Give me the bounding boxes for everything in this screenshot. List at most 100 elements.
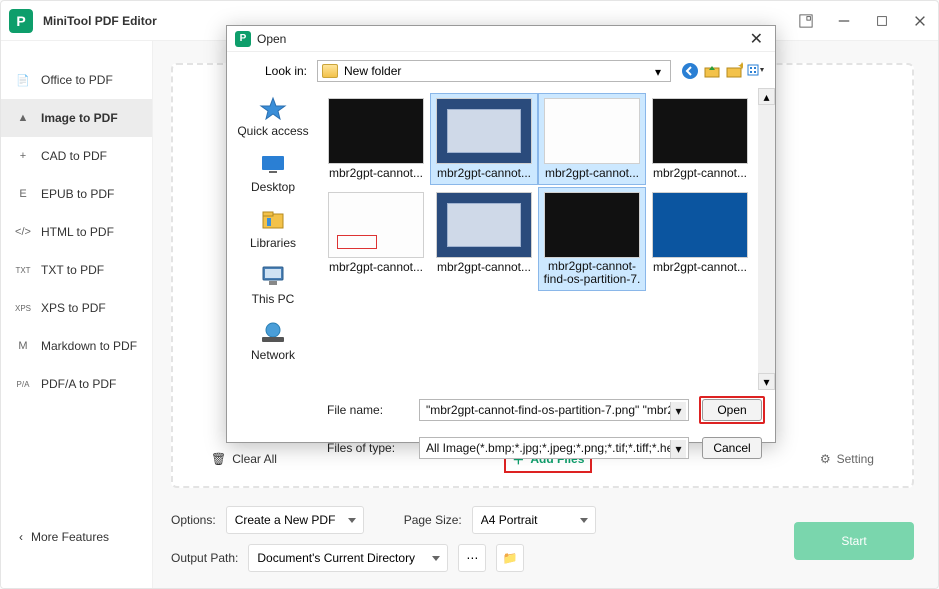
place-label: Desktop [251,180,295,194]
place-this-pc[interactable]: This PC [252,264,295,306]
sidebar-item-label: PDF/A to PDF [41,377,116,391]
sidebar-item-cad-to-pdf[interactable]: +CAD to PDF [1,137,152,175]
file-thumbnail [652,192,748,258]
options-select[interactable]: Create a New PDF [226,506,364,534]
epub-icon: E [15,188,31,200]
xps-icon: XPS [15,304,31,313]
more-features-button[interactable]: ‹ More Features [11,522,117,552]
html-icon: </> [15,226,31,238]
place-quick-access[interactable]: Quick access [237,96,308,138]
scroll-up-arrow[interactable]: ▴ [758,88,775,105]
pc-icon [259,264,287,288]
chevron-down-icon[interactable]: ▾ [670,402,686,420]
file-thumbnail [544,192,640,258]
output-path-label: Output Path: [171,551,238,565]
markdown-icon: M [15,340,31,352]
file-thumbnail [544,98,640,164]
file-item[interactable]: mbr2gpt-cannot... [647,94,753,184]
up-folder-icon[interactable] [703,62,721,80]
sidebar-item-label: Image to PDF [41,111,118,125]
minimize-button[interactable] [834,11,854,31]
sidebar-item-label: Markdown to PDF [41,339,137,353]
file-name: mbr2gpt-cannot... [431,258,537,278]
pagesize-label: Page Size: [404,513,462,527]
file-thumbnail [328,192,424,258]
more-options-button[interactable]: ⋯ [458,544,486,572]
file-list[interactable]: mbr2gpt-cannot...mbr2gpt-cannot...mbr2gp… [319,88,775,390]
place-desktop[interactable]: Desktop [251,152,295,194]
gear-icon: ⚙ [820,452,831,466]
sidebar: 📄 Office to PDF ▲ Image to PDF +CAD to PDF… [1,41,153,588]
sidebar-item-image-to-pdf[interactable]: ▲ Image to PDF [1,99,152,137]
setting-button[interactable]: ⚙ Setting [820,452,874,466]
sidebar-item-office-to-pdf[interactable]: 📄 Office to PDF [1,61,152,99]
file-name: mbr2gpt-cannot-find-os-partition-7. [539,258,645,290]
sidebar-item-label: HTML to PDF [41,225,114,239]
filetype-value: All Image(*.bmp;*.jpg;*.jpeg;*.png;*.tif… [426,441,682,455]
filename-value: "mbr2gpt-cannot-find-os-partition-7.png"… [426,403,681,417]
file-thumbnail [436,98,532,164]
libraries-icon [259,208,287,232]
sidebar-item-xps-to-pdf[interactable]: XPS XPS to PDF [1,289,152,327]
scroll-down-arrow[interactable]: ▾ [758,373,775,390]
browse-folder-button[interactable]: 📁 [496,544,524,572]
sidebar-item-label: CAD to PDF [41,149,107,163]
file-name: mbr2gpt-cannot... [323,258,429,278]
chevron-down-icon[interactable]: ▾ [670,440,686,458]
file-item[interactable]: mbr2gpt-cannot... [323,94,429,184]
close-button[interactable] [910,11,930,31]
svg-text:✦: ✦ [737,62,743,73]
file-item[interactable]: mbr2gpt-cannot... [431,94,537,184]
place-label: Libraries [250,236,296,250]
sidebar-item-html-to-pdf[interactable]: </> HTML to PDF [1,213,152,251]
sidebar-item-md-to-pdf[interactable]: M Markdown to PDF [1,327,152,365]
back-icon[interactable] [681,62,699,80]
filename-label: File name: [327,403,409,417]
look-in-combo[interactable]: New folder ▾ [317,60,671,82]
setting-label: Setting [837,452,874,466]
sidebar-item-pdfa-to-pdf[interactable]: P/A PDF/A to PDF [1,365,152,403]
look-in-value: New folder [344,64,401,78]
dialog-toolbar: ✦ [681,62,765,80]
start-button[interactable]: Start [794,522,914,560]
file-item[interactable]: mbr2gpt-cannot... [323,188,429,290]
cancel-button[interactable]: Cancel [702,437,762,459]
network-icon [259,320,287,344]
new-folder-icon[interactable]: ✦ [725,62,743,80]
open-button[interactable]: Open [702,399,762,421]
file-item[interactable]: mbr2gpt-cannot... [647,188,753,290]
dialog-close-button[interactable]: ✕ [746,29,767,49]
output-path-select[interactable]: Document's Current Directory [248,544,448,572]
look-in-row: Look in: New folder ▾ ✦ [227,52,775,88]
compact-mode-icon[interactable] [796,11,816,31]
file-item[interactable]: mbr2gpt-cannot... [431,188,537,290]
look-in-label: Look in: [237,64,307,78]
open-button-highlight: Open [699,396,765,424]
file-name: mbr2gpt-cannot... [431,164,537,184]
file-item[interactable]: mbr2gpt-cannot... [539,94,645,184]
pagesize-select[interactable]: A4 Portrait [472,506,596,534]
doc-icon: 📄 [15,74,31,87]
open-file-dialog: P Open ✕ Look in: New folder ▾ ✦ Quick a… [226,25,776,443]
pdfa-icon: P/A [15,380,31,389]
vertical-scrollbar[interactable]: ▴ ▾ [758,88,775,390]
place-label: This PC [252,292,295,306]
sidebar-item-label: XPS to PDF [41,301,106,315]
image-icon: ▲ [15,112,31,124]
app-window: P MiniTool PDF Editor 📄Office to PDF ▲Im… [0,0,939,589]
place-libraries[interactable]: Libraries [250,208,296,250]
filetype-select[interactable]: All Image(*.bmp;*.jpg;*.jpeg;*.png;*.tif… [419,437,689,459]
view-menu-icon[interactable] [747,62,765,80]
filename-input[interactable]: "mbr2gpt-cannot-find-os-partition-7.png"… [419,399,689,421]
place-network[interactable]: Network [251,320,295,362]
trash-icon: 🗑 [211,452,226,466]
file-item[interactable]: mbr2gpt-cannot-find-os-partition-7. [539,188,645,290]
place-label: Quick access [237,124,308,138]
maximize-button[interactable] [872,11,892,31]
window-controls [796,11,930,31]
sidebar-item-epub-to-pdf[interactable]: EEPUB to PDF [1,175,152,213]
sidebar-item-txt-to-pdf[interactable]: TXTTXT to PDF [1,251,152,289]
sidebar-item-label: Office to PDF [41,73,113,87]
file-thumbnail [328,98,424,164]
dialog-icon: P [235,31,251,47]
